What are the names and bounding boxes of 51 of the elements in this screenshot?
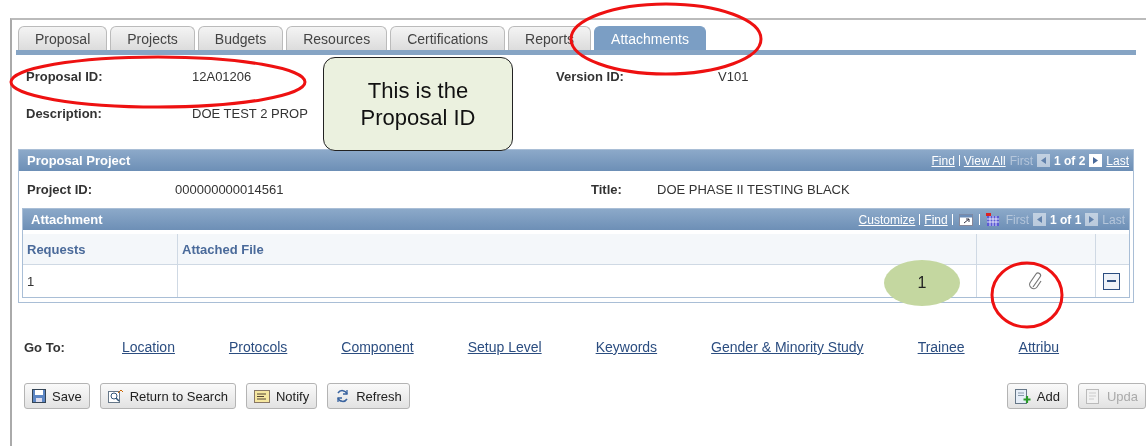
goto-link[interactable]: Protocols <box>228 339 288 355</box>
field-label: Description: <box>26 106 103 121</box>
tab[interactable]: Certifications <box>390 26 506 50</box>
minus-icon <box>1106 279 1116 283</box>
document-icon <box>1085 388 1101 404</box>
next-icon[interactable] <box>1085 213 1099 226</box>
goto-link[interactable]: Component <box>341 339 414 355</box>
refresh-icon <box>335 389 351 403</box>
callout: This is the Proposal ID <box>323 57 513 151</box>
goto-link[interactable]: Location <box>122 339 175 355</box>
new-window-icon[interactable] <box>958 213 973 226</box>
note-icon <box>253 389 270 403</box>
previous-icon[interactable] <box>1032 213 1046 226</box>
tab[interactable]: Budgets <box>197 26 284 50</box>
previous-icon[interactable] <box>1036 154 1050 167</box>
search-icon <box>107 389 124 403</box>
search-button[interactable]: Return to Search <box>99 383 236 409</box>
tab[interactable]: Proposal <box>18 26 108 50</box>
panel-title: Proposal Project <box>27 153 131 168</box>
field-label: Proposal ID: <box>26 69 104 84</box>
refresh-button[interactable]: Refresh <box>327 383 410 409</box>
field-value: 000000000014561 <box>175 182 285 197</box>
goto-link[interactable]: Attribu <box>1018 339 1060 355</box>
field-value: DOE PHASE II TESTING BLACK <box>657 182 850 197</box>
save-button[interactable]: Save <box>24 383 90 409</box>
goto-link[interactable]: Trainee <box>917 339 965 355</box>
grid-icon[interactable] <box>985 213 1000 226</box>
page-count: 1 of 2 <box>1053 153 1086 168</box>
goto-link[interactable]: Keywords <box>595 339 658 355</box>
field-label: Version ID: <box>556 69 625 84</box>
table-cell: 1 <box>23 265 178 297</box>
delete-row-button[interactable] <box>1102 272 1120 290</box>
column-header: Requests <box>23 234 178 264</box>
next-icon[interactable] <box>1089 154 1103 167</box>
field-label: Project ID: <box>27 182 93 197</box>
paperclip-icon[interactable] <box>1029 271 1043 291</box>
notify-button[interactable]: Notify <box>245 383 318 409</box>
page-count: 1 of 1 <box>1049 212 1082 227</box>
goto-link[interactable]: Setup Level <box>467 339 542 355</box>
field-value: DOE TEST 2 PROP <box>192 106 308 121</box>
step-badge: 1 <box>884 260 960 306</box>
grid-title: Attachment <box>31 212 103 227</box>
goto-label: Go To: <box>24 340 66 355</box>
tab[interactable]: Projects <box>110 26 195 50</box>
field-value: 12A01206 <box>192 69 253 84</box>
goto-link[interactable]: Gender & Minority Study <box>711 339 864 355</box>
add-document-icon <box>1014 388 1031 404</box>
field-label: Title: <box>591 182 623 197</box>
add-button[interactable]: Add <box>1006 383 1068 409</box>
tab[interactable]: Resources <box>286 26 388 50</box>
field-value: V101 <box>718 69 749 84</box>
